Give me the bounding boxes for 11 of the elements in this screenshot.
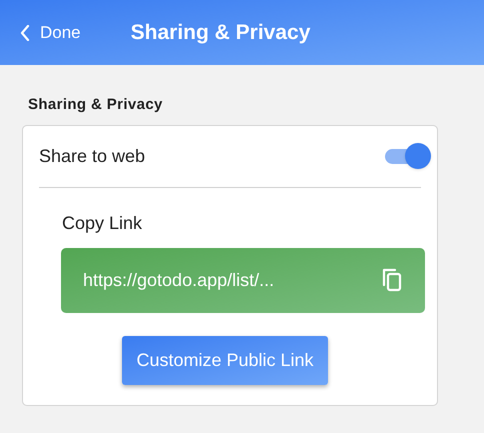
share-label: Share to web [39, 144, 146, 168]
customize-public-link-button[interactable]: Customize Public Link [122, 336, 328, 384]
chevron-left-icon [20, 24, 30, 40]
copy-link-label: Copy Link [62, 212, 142, 235]
section-title: Sharing & Privacy [28, 95, 164, 115]
screen-title: Sharing & Privacy [130, 20, 310, 46]
copy-icon[interactable] [381, 268, 403, 292]
share-toggle[interactable] [385, 143, 431, 169]
link-url: https://gotodo.app/list/... [83, 268, 274, 292]
link-field[interactable]: https://gotodo.app/list/... [61, 248, 425, 312]
back-button[interactable]: Done [20, 20, 81, 46]
